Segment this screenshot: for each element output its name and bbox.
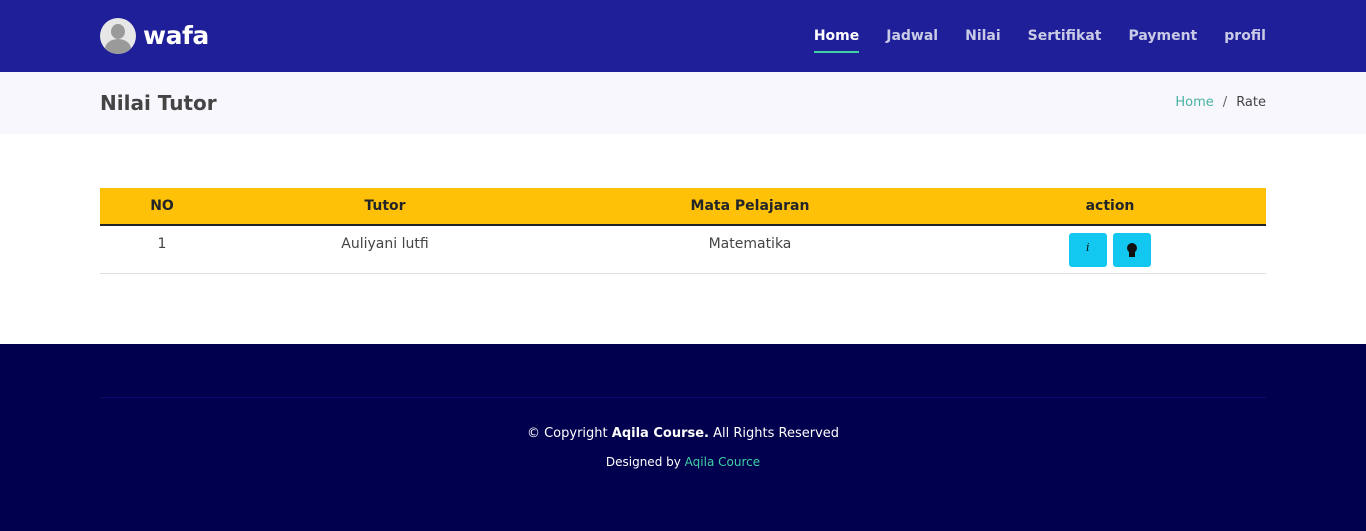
top-navbar: wafa Home Jadwal Nilai Sertifikat Paymen…	[0, 0, 1366, 72]
nav-nilai[interactable]: Nilai	[965, 28, 1001, 44]
logo[interactable]: wafa	[100, 17, 209, 54]
nav-home[interactable]: Home	[813, 28, 860, 53]
designed-by-label: Designed by	[605, 455, 681, 469]
breadcrumb-band: Nilai Tutor Home / Rate	[0, 72, 1366, 134]
column-header-action: action	[954, 188, 1266, 226]
info-icon: i	[1086, 241, 1090, 254]
nav-payment[interactable]: Payment	[1128, 28, 1197, 44]
page-title: Nilai Tutor	[100, 91, 217, 115]
copyright-suffix: All Rights Reserved	[713, 426, 840, 441]
info-button[interactable]: i	[1068, 233, 1107, 267]
cell-tutor: Auliyani lutfi	[224, 225, 546, 274]
cell-no: 1	[100, 225, 224, 274]
brand-name: wafa	[143, 21, 209, 50]
footer: © Copyright Aqila Course. All Rights Res…	[0, 344, 1366, 531]
nav-jadwal[interactable]: Jadwal	[886, 28, 938, 44]
copyright-text: © Copyright Aqila Course. All Rights Res…	[0, 426, 1366, 441]
nav-sertifikat[interactable]: Sertifikat	[1028, 28, 1102, 44]
rating-table: NO Tutor Mata Pelajaran action 1 Auliyan…	[100, 188, 1266, 274]
table-header-row: NO Tutor Mata Pelajaran action	[100, 188, 1266, 226]
table-row: 1 Auliyani lutfi Matematika i	[100, 225, 1266, 274]
cell-action: i	[954, 225, 1266, 274]
copyright-brand: Aqila Course.	[611, 426, 709, 441]
breadcrumb: Home / Rate	[1175, 95, 1266, 110]
award-icon	[1127, 243, 1138, 257]
copyright-prefix: © Copyright	[526, 426, 608, 441]
main-nav: Home Jadwal Nilai Sertifikat Payment pro…	[787, 0, 1266, 72]
rate-button[interactable]	[1113, 233, 1152, 267]
breadcrumb-current: Rate	[1236, 95, 1266, 110]
breadcrumb-separator: /	[1222, 95, 1228, 110]
avatar-icon	[100, 17, 136, 54]
nav-profil[interactable]: profil	[1224, 28, 1266, 44]
designer-link[interactable]: Aqila Cource	[685, 455, 760, 469]
breadcrumb-home-link[interactable]: Home	[1175, 95, 1213, 110]
column-header-mata-pelajaran: Mata Pelajaran	[546, 188, 954, 226]
rating-table-container: NO Tutor Mata Pelajaran action 1 Auliyan…	[100, 188, 1266, 274]
column-header-no: NO	[100, 188, 224, 226]
cell-mata-pelajaran: Matematika	[546, 225, 954, 274]
footer-divider	[100, 397, 1266, 398]
column-header-tutor: Tutor	[224, 188, 546, 226]
credits-text: Designed by Aqila Cource	[0, 455, 1366, 469]
